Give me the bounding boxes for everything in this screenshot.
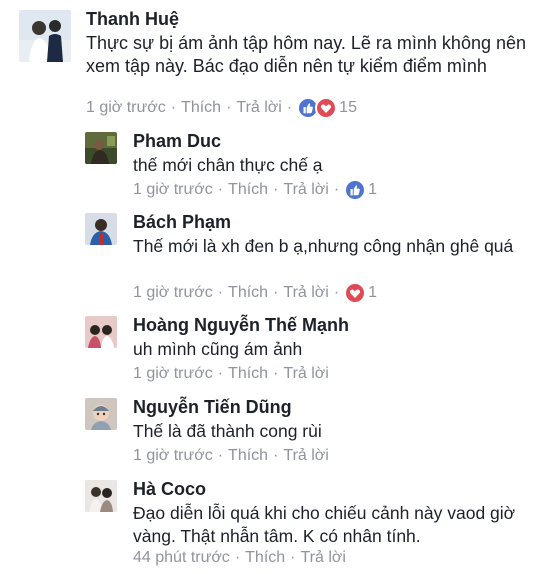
reaction-summary[interactable]: 1 [344, 282, 377, 304]
comment: Thanh Huệ Thực sự bị ám ảnh tập hôm nay.… [0, 0, 550, 125]
reply: Hà Coco Đạo diễn lỗi quá khi cho chiếu c… [0, 476, 550, 574]
comment-author[interactable]: Hà Coco [133, 479, 206, 500]
like-icon [344, 179, 367, 201]
separator-dot: · [273, 447, 279, 464]
avatar[interactable] [85, 213, 117, 245]
comment-meta: 44 phút trước · Thích · Trả lời [133, 547, 346, 569]
reaction-count: 15 [339, 99, 357, 116]
separator-dot: · [217, 284, 224, 301]
reaction-count: 1 [368, 284, 378, 301]
comment-author[interactable]: Hoàng Nguyễn Thế Mạnh [133, 315, 349, 336]
reply-link[interactable]: Trả lời [283, 447, 328, 465]
reaction-count: 1 [368, 181, 378, 198]
comment-text: Đạo diễn lỗi quá khi cho chiếu cảnh này … [133, 503, 516, 546]
comment-author[interactable]: Nguyễn Tiến Dũng [133, 397, 292, 418]
reply-link[interactable]: Trả lời [236, 99, 281, 117]
comment-time[interactable]: 44 phút trước [133, 549, 230, 567]
avatar[interactable] [85, 316, 117, 348]
like-link[interactable]: Thích [181, 99, 221, 117]
reaction-summary[interactable]: 15 [297, 97, 357, 119]
comment-text: Thế là đã thành cong rùi [133, 421, 322, 441]
reply-link[interactable]: Trả lời [283, 365, 328, 383]
comment-author[interactable]: Bách Phạm [133, 212, 231, 233]
comment-author[interactable]: Thanh Huệ [86, 9, 179, 30]
avatar-photo [85, 213, 117, 245]
comment-time[interactable]: 1 giờ trước [133, 284, 213, 302]
comment-meta: 1 giờ trước · Thích · Trả lời [133, 445, 329, 467]
reaction-summary[interactable]: 1 [344, 179, 377, 201]
comment-meta: 1 giờ trước · Thích · Trả lời · 1 [133, 282, 377, 304]
separator-dot: · [170, 99, 177, 116]
avatar[interactable] [85, 132, 117, 164]
comment-meta: 1 giờ trước · Thích · Trả lời · 1 [133, 179, 377, 201]
comment-meta: 1 giờ trước · Thích · Trả lời [133, 363, 329, 385]
separator-dot: · [234, 549, 241, 566]
separator-dot: · [333, 181, 340, 198]
like-link[interactable]: Thích [228, 447, 268, 465]
separator-dot: · [333, 284, 340, 301]
like-link[interactable]: Thích [245, 549, 285, 567]
avatar-photo [19, 10, 71, 62]
separator-dot: · [273, 284, 279, 301]
separator-dot: · [286, 99, 293, 116]
love-icon [344, 282, 367, 304]
reply-link[interactable]: Trả lời [283, 181, 328, 199]
avatar-photo [85, 398, 117, 430]
avatar-photo [85, 480, 117, 512]
reply: Hoàng Nguyễn Thế Mạnh uh mình cũng ám ản… [0, 312, 550, 392]
separator-dot: · [273, 365, 279, 382]
like-link[interactable]: Thích [228, 284, 268, 302]
reply: Bách Phạm Thế mới là xh đen b ạ,nhưng cô… [0, 209, 550, 309]
separator-dot: · [217, 447, 224, 464]
separator-dot: · [217, 365, 224, 382]
separator-dot: · [290, 549, 296, 566]
reply: Pham Duc thế mới chân thực chế ạ 1 giờ t… [0, 128, 550, 208]
comment-time[interactable]: 1 giờ trước [133, 365, 213, 383]
comment-text: Thực sự bị ám ảnh tập hôm nay. Lẽ ra mìn… [86, 33, 527, 76]
comment-time[interactable]: 1 giờ trước [133, 181, 213, 199]
avatar-photo [85, 132, 117, 164]
separator-dot: · [226, 99, 232, 116]
avatar[interactable] [19, 10, 71, 62]
reply-link[interactable]: Trả lời [300, 549, 345, 567]
separator-dot: · [273, 181, 279, 198]
like-link[interactable]: Thích [228, 365, 268, 383]
avatar-photo [85, 316, 117, 348]
like-link[interactable]: Thích [228, 181, 268, 199]
avatar[interactable] [85, 398, 117, 430]
comment-text: thế mới chân thực chế ạ [133, 155, 323, 175]
comment-text: uh mình cũng ám ảnh [133, 339, 303, 359]
reply: Nguyễn Tiến Dũng Thế là đã thành cong rù… [0, 394, 550, 474]
avatar[interactable] [85, 480, 117, 512]
reply-link[interactable]: Trả lời [283, 284, 328, 302]
comment-author[interactable]: Pham Duc [133, 131, 221, 152]
comment-text: Thế mới là xh đen b ạ,nhưng công nhận gh… [133, 236, 514, 256]
separator-dot: · [217, 181, 224, 198]
comment-time[interactable]: 1 giờ trước [86, 99, 166, 117]
comment-time[interactable]: 1 giờ trước [133, 447, 213, 465]
comment-meta: 1 giờ trước · Thích · Trả lời · 15 [86, 97, 357, 119]
love-icon [315, 97, 338, 119]
